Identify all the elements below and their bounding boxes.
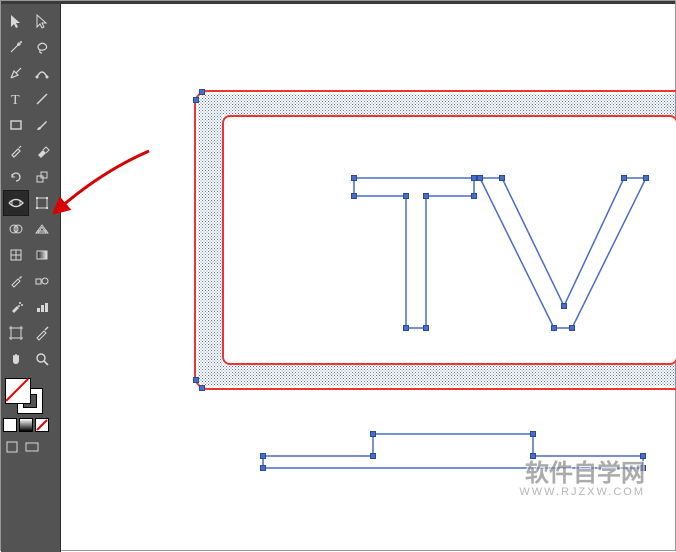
anchor-point[interactable] xyxy=(423,193,429,199)
color-mode-gradient[interactable] xyxy=(19,418,33,432)
lasso-tool[interactable] xyxy=(29,34,55,60)
anchor-point[interactable] xyxy=(423,325,429,331)
selection-tool[interactable] xyxy=(3,8,29,34)
anchor-point[interactable] xyxy=(260,453,266,459)
slice-tool[interactable] xyxy=(29,320,55,346)
color-mode-solid[interactable] xyxy=(3,418,17,432)
anchor-point[interactable] xyxy=(199,89,205,95)
anchor-point[interactable] xyxy=(643,175,649,181)
screen-mode-strip xyxy=(1,438,60,456)
hand-tool[interactable] xyxy=(3,346,29,372)
fill-stroke-control[interactable] xyxy=(1,378,60,414)
scale-tool[interactable] xyxy=(29,164,55,190)
svg-text:T: T xyxy=(11,93,20,107)
type-tool[interactable]: T xyxy=(3,86,29,112)
tv-screen-shape[interactable] xyxy=(194,90,676,390)
shape-builder-tool[interactable] xyxy=(3,216,29,242)
gradient-tool[interactable] xyxy=(29,242,55,268)
anchor-point[interactable] xyxy=(351,193,357,199)
draw-mode-icon[interactable] xyxy=(3,438,21,456)
tv-text-outlines[interactable] xyxy=(354,140,676,360)
perspective-grid-tool[interactable] xyxy=(29,216,55,242)
anchor-point[interactable] xyxy=(403,325,409,331)
mesh-tool[interactable] xyxy=(3,242,29,268)
rotate-tool[interactable] xyxy=(3,164,29,190)
width-tool[interactable] xyxy=(3,190,29,216)
direct-selection-tool[interactable] xyxy=(29,8,55,34)
selection-hatch xyxy=(198,94,676,115)
eraser-tool[interactable] xyxy=(29,138,55,164)
free-transform-tool[interactable] xyxy=(29,190,55,216)
tools-panel: T xyxy=(1,4,61,552)
color-mode-strip xyxy=(1,418,60,432)
anchor-point[interactable] xyxy=(471,193,477,199)
anchor-point[interactable] xyxy=(621,175,627,181)
artboard-tool[interactable] xyxy=(3,320,29,346)
line-segment-tool[interactable] xyxy=(29,86,55,112)
symbol-sprayer-tool[interactable] xyxy=(3,294,29,320)
screen-mode-icon[interactable] xyxy=(23,438,41,456)
anchor-point[interactable] xyxy=(477,175,483,181)
fill-color-swatch[interactable] xyxy=(5,378,31,404)
shaper-tool[interactable] xyxy=(3,138,29,164)
anchor-point[interactable] xyxy=(199,385,205,391)
anchor-point[interactable] xyxy=(351,175,357,181)
anchor-point[interactable] xyxy=(551,325,557,331)
tv-stand-shape[interactable] xyxy=(263,422,643,468)
anchor-point[interactable] xyxy=(499,175,505,181)
anchor-point[interactable] xyxy=(569,325,575,331)
magic-wand-tool[interactable] xyxy=(3,34,29,60)
anchor-point[interactable] xyxy=(260,465,266,471)
anchor-point[interactable] xyxy=(403,193,409,199)
color-mode-none[interactable] xyxy=(35,418,49,432)
anchor-point[interactable] xyxy=(530,431,536,437)
anchor-point[interactable] xyxy=(640,465,646,471)
curvature-tool[interactable] xyxy=(29,60,55,86)
canvas-artboard[interactable] xyxy=(61,4,675,550)
anchor-point[interactable] xyxy=(640,453,646,459)
selection-hatch xyxy=(198,115,222,365)
zoom-tool[interactable] xyxy=(29,346,55,372)
anchor-point[interactable] xyxy=(193,97,199,103)
selection-hatch xyxy=(198,365,676,386)
blend-tool[interactable] xyxy=(29,268,55,294)
pen-tool[interactable] xyxy=(3,60,29,86)
anchor-point[interactable] xyxy=(530,453,536,459)
anchor-point[interactable] xyxy=(370,431,376,437)
rectangle-tool[interactable] xyxy=(3,112,29,138)
column-graph-tool[interactable] xyxy=(29,294,55,320)
anchor-point[interactable] xyxy=(561,303,567,309)
anchor-point[interactable] xyxy=(370,453,376,459)
anchor-point[interactable] xyxy=(193,377,199,383)
paintbrush-tool[interactable] xyxy=(29,112,55,138)
eyedropper-tool[interactable] xyxy=(3,268,29,294)
